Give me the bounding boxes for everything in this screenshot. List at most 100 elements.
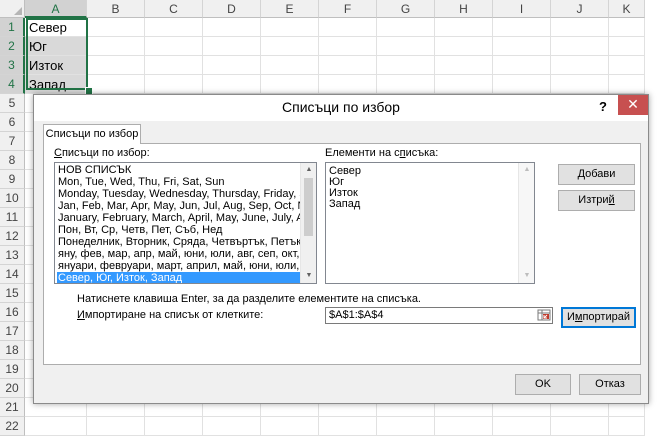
cell-k22[interactable] <box>609 417 645 436</box>
cell-k1[interactable] <box>609 18 645 37</box>
cell-f4[interactable] <box>319 75 377 94</box>
range-picker-icon[interactable] <box>536 308 552 323</box>
cell-i2[interactable] <box>493 37 551 56</box>
column-header-f[interactable]: F <box>319 0 377 18</box>
custom-list-item[interactable]: Север, Юг, Изток, Запад <box>57 272 302 283</box>
cell-j4[interactable] <box>551 75 609 94</box>
cell-g22[interactable] <box>377 417 435 436</box>
column-header-j[interactable]: J <box>551 0 609 18</box>
cell-e1[interactable] <box>261 18 319 37</box>
row-header-17[interactable]: 17 <box>0 322 25 341</box>
cell-a3[interactable]: Изток <box>25 56 87 75</box>
cell-c1[interactable] <box>145 18 203 37</box>
row-header-6[interactable]: 6 <box>0 113 25 132</box>
cell-i22[interactable] <box>493 417 551 436</box>
cell-e3[interactable] <box>261 56 319 75</box>
cell-g4[interactable] <box>377 75 435 94</box>
cell-a4[interactable]: Запад <box>25 75 87 94</box>
custom-list-item[interactable]: НОВ СПИСЪК <box>57 164 302 176</box>
custom-lists-scrollbar[interactable]: ▲ ▼ <box>300 163 316 283</box>
cell-e4[interactable] <box>261 75 319 94</box>
cell-j3[interactable] <box>551 56 609 75</box>
row-header-20[interactable]: 20 <box>0 379 25 398</box>
column-header-b[interactable]: B <box>87 0 145 18</box>
row-header-16[interactable]: 16 <box>0 303 25 322</box>
row-header-13[interactable]: 13 <box>0 246 25 265</box>
row-header-21[interactable]: 21 <box>0 398 25 417</box>
cell-f22[interactable] <box>319 417 377 436</box>
cell-g2[interactable] <box>377 37 435 56</box>
scroll-up-icon[interactable]: ▲ <box>301 163 316 177</box>
cancel-button[interactable]: Отказ <box>579 374 641 395</box>
select-all-corner[interactable] <box>0 0 25 18</box>
cell-a2[interactable]: Юг <box>25 37 87 56</box>
column-header-c[interactable]: C <box>145 0 203 18</box>
row-header-1[interactable]: 1 <box>0 18 25 37</box>
ok-button[interactable]: OK <box>515 374 571 395</box>
cell-h4[interactable] <box>435 75 493 94</box>
row-header-11[interactable]: 11 <box>0 208 25 227</box>
row-header-8[interactable]: 8 <box>0 151 25 170</box>
row-header-7[interactable]: 7 <box>0 132 25 151</box>
cell-b4[interactable] <box>87 75 145 94</box>
cell-i3[interactable] <box>493 56 551 75</box>
help-button[interactable]: ? <box>594 97 612 117</box>
custom-list-item[interactable]: Понеделник, Вторник, Сряда, Четвъртък, П… <box>57 236 302 248</box>
entries-scrollbar[interactable]: ▲ ▼ <box>518 163 534 283</box>
column-header-h[interactable]: H <box>435 0 493 18</box>
cell-h22[interactable] <box>435 417 493 436</box>
cell-c3[interactable] <box>145 56 203 75</box>
row-header-12[interactable]: 12 <box>0 227 25 246</box>
cell-h3[interactable] <box>435 56 493 75</box>
cell-k4[interactable] <box>609 75 645 94</box>
cell-g1[interactable] <box>377 18 435 37</box>
cell-i4[interactable] <box>493 75 551 94</box>
row-header-2[interactable]: 2 <box>0 37 25 56</box>
column-header-a[interactable]: A <box>25 0 87 18</box>
column-header-k[interactable]: K <box>609 0 645 18</box>
custom-list-item[interactable]: Monday, Tuesday, Wednesday, Thursday, Fr… <box>57 188 302 200</box>
row-header-9[interactable]: 9 <box>0 170 25 189</box>
cell-b2[interactable] <box>87 37 145 56</box>
cell-g3[interactable] <box>377 56 435 75</box>
row-header-22[interactable]: 22 <box>0 417 25 436</box>
cell-b1[interactable] <box>87 18 145 37</box>
import-range-input[interactable]: $A$1:$A$4 <box>325 307 553 324</box>
scroll-thumb[interactable] <box>304 178 313 236</box>
cell-j2[interactable] <box>551 37 609 56</box>
cell-d1[interactable] <box>203 18 261 37</box>
row-header-15[interactable]: 15 <box>0 284 25 303</box>
scroll-down-icon[interactable]: ▼ <box>301 269 316 283</box>
close-button[interactable]: ✕ <box>618 95 648 115</box>
add-button[interactable]: Добави <box>558 164 635 185</box>
row-header-4[interactable]: 4 <box>0 75 25 94</box>
cell-a22[interactable] <box>25 417 87 436</box>
column-header-e[interactable]: E <box>261 0 319 18</box>
cell-j22[interactable] <box>551 417 609 436</box>
cell-e22[interactable] <box>261 417 319 436</box>
delete-button[interactable]: Изтрий <box>558 190 635 211</box>
cell-h2[interactable] <box>435 37 493 56</box>
cell-e2[interactable] <box>261 37 319 56</box>
cell-c22[interactable] <box>145 417 203 436</box>
cell-c2[interactable] <box>145 37 203 56</box>
cell-c4[interactable] <box>145 75 203 94</box>
scroll-up-icon[interactable]: ▲ <box>519 163 535 177</box>
column-header-i[interactable]: I <box>493 0 551 18</box>
cell-k3[interactable] <box>609 56 645 75</box>
cell-j1[interactable] <box>551 18 609 37</box>
cell-f1[interactable] <box>319 18 377 37</box>
row-header-10[interactable]: 10 <box>0 189 25 208</box>
cell-a1[interactable]: Север <box>25 18 87 37</box>
cell-f2[interactable] <box>319 37 377 56</box>
cell-f3[interactable] <box>319 56 377 75</box>
cell-d3[interactable] <box>203 56 261 75</box>
dialog-titlebar[interactable]: Списъци по избор ? ✕ <box>34 95 648 121</box>
row-header-18[interactable]: 18 <box>0 341 25 360</box>
scroll-down-icon[interactable]: ▼ <box>519 269 535 283</box>
list-entries-textarea[interactable]: Север Юг Изток Запад ▲ ▼ <box>325 162 535 284</box>
cell-d22[interactable] <box>203 417 261 436</box>
cell-d4[interactable] <box>203 75 261 94</box>
custom-list-item[interactable]: януари, февруари, март, април, май, юни,… <box>57 260 302 272</box>
row-header-19[interactable]: 19 <box>0 360 25 379</box>
